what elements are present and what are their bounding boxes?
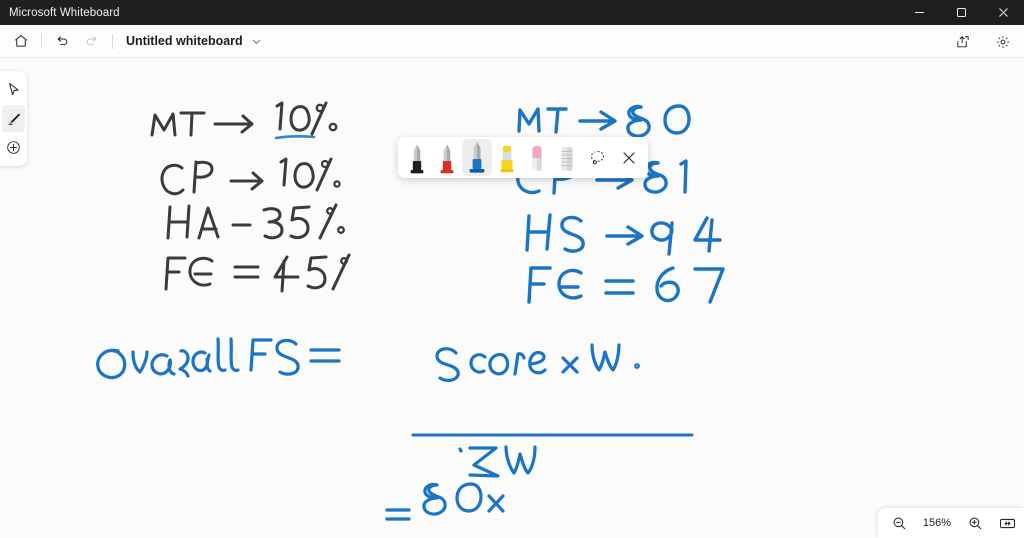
ink-notes-left bbox=[150, 101, 351, 293]
ink-formula bbox=[96, 337, 694, 521]
pen-red[interactable] bbox=[432, 139, 462, 176]
sidebar-item-pen-tool[interactable] bbox=[2, 105, 25, 132]
eraser-icon[interactable] bbox=[522, 139, 552, 176]
undo-icon[interactable] bbox=[47, 28, 77, 54]
whiteboard-canvas[interactable]: 156% bbox=[0, 58, 1024, 538]
window-title: Microsoft Whiteboard bbox=[9, 6, 120, 19]
app-toolbar: Untitled whiteboard bbox=[0, 25, 1024, 58]
gear-icon[interactable] bbox=[988, 29, 1018, 55]
pen-blue[interactable] bbox=[462, 139, 492, 176]
ink-notes-right bbox=[516, 104, 725, 304]
pen-toolbar bbox=[398, 137, 648, 178]
toolbar-divider-1 bbox=[41, 33, 42, 49]
fit-to-screen-icon[interactable] bbox=[998, 514, 1016, 532]
redo-icon[interactable] bbox=[77, 28, 107, 54]
highlighter-yellow[interactable] bbox=[492, 139, 522, 176]
close-button[interactable] bbox=[982, 0, 1024, 25]
window-controls bbox=[898, 0, 1024, 25]
document-title[interactable]: Untitled whiteboard bbox=[126, 34, 243, 48]
zoom-level-label[interactable]: 156% bbox=[922, 517, 952, 529]
sidebar-item-insert-tool[interactable] bbox=[2, 134, 25, 161]
pen-black[interactable] bbox=[402, 139, 432, 176]
toolbar-divider-2 bbox=[112, 33, 113, 49]
chevron-down-icon[interactable] bbox=[251, 36, 262, 47]
home-icon[interactable] bbox=[6, 28, 36, 54]
toolbar-right-group bbox=[948, 25, 1018, 58]
zoom-controls: 156% bbox=[878, 508, 1024, 538]
minimize-button[interactable] bbox=[898, 0, 940, 25]
maximize-button[interactable] bbox=[940, 0, 982, 25]
ink-blue-underline bbox=[274, 135, 316, 140]
lasso-select-icon[interactable] bbox=[582, 139, 613, 176]
whiteboard-app: Microsoft Whiteboard Untitled whiteboard… bbox=[0, 0, 1024, 538]
ink-layer bbox=[96, 101, 725, 521]
zoom-out-icon[interactable] bbox=[890, 514, 908, 532]
zoom-in-icon[interactable] bbox=[966, 514, 984, 532]
window-title-bar: Microsoft Whiteboard bbox=[0, 0, 1024, 25]
ruler-icon[interactable] bbox=[552, 139, 582, 176]
tool-rail bbox=[0, 71, 27, 166]
sidebar-item-select-tool[interactable] bbox=[2, 76, 25, 103]
share-icon[interactable] bbox=[948, 29, 978, 55]
close-icon[interactable] bbox=[613, 139, 644, 176]
